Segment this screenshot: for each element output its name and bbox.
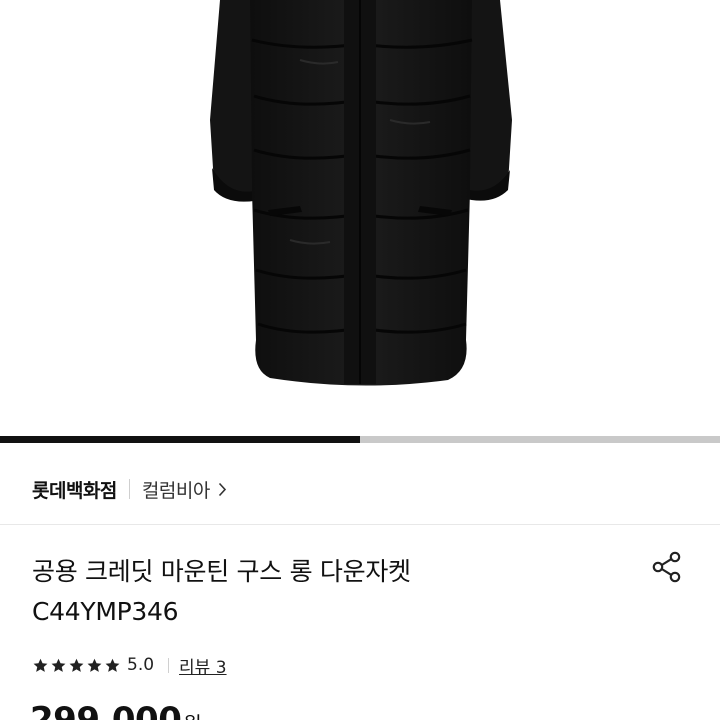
rating-row: 5.0 리뷰 3: [32, 652, 227, 678]
product-title-line1: 공용 크레딧 마운틴 구스 롱 다운자켓: [32, 557, 411, 586]
black-long-down-jacket-image: [210, 0, 512, 386]
review-link[interactable]: 리뷰 3: [179, 653, 227, 678]
star-icon: [104, 657, 121, 674]
rating-stars: [32, 657, 121, 674]
carousel-progress-track: [0, 436, 720, 443]
carousel-progress-fill: [0, 436, 360, 443]
price: 299,000원: [30, 700, 202, 720]
price-amount: 299,000: [30, 700, 182, 720]
product-image[interactable]: [0, 0, 720, 436]
rating-score: 5.0: [127, 655, 155, 675]
share-icon[interactable]: [649, 549, 685, 585]
store-brand-row: 롯데백화점 컬럼비아: [0, 458, 720, 520]
star-icon: [86, 657, 103, 674]
chevron-right-icon: [218, 482, 227, 497]
product-detail-page: 롯데백화점 컬럼비아 공용 크레딧 마운틴 구스 롱 다운자켓 C44YMP34…: [0, 0, 720, 720]
star-icon: [50, 657, 67, 674]
rating-divider: [168, 657, 170, 673]
store-divider: [128, 479, 130, 499]
star-icon: [32, 657, 49, 674]
brand-link[interactable]: 컬럼비아: [142, 476, 227, 503]
star-icon: [68, 657, 85, 674]
product-title-line2: C44YMP346: [32, 597, 179, 626]
brand-name: 컬럼비아: [141, 479, 210, 502]
product-title: 공용 크레딧 마운틴 구스 롱 다운자켓 C44YMP346: [32, 552, 632, 632]
price-unit: 원: [183, 712, 201, 720]
section-divider: [0, 524, 720, 525]
store-name[interactable]: 롯데백화점: [32, 476, 117, 503]
